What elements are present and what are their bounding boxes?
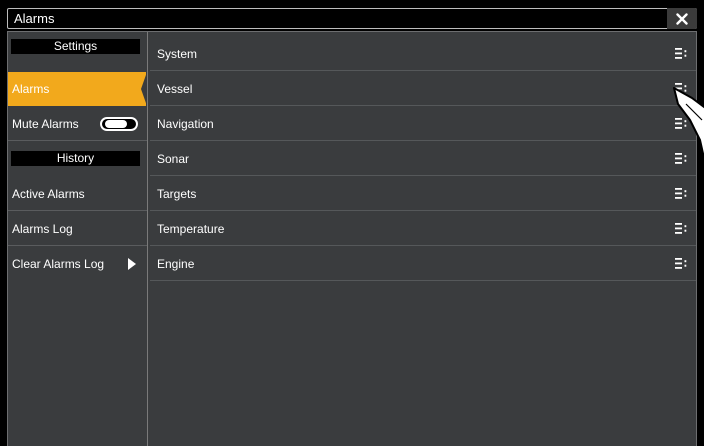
list-item-targets[interactable]: Targets [150,177,696,211]
list-item-vessel[interactable]: Vessel [150,72,696,106]
list-item-sonar[interactable]: Sonar [150,142,696,176]
list-item-label: Targets [157,187,197,201]
list-item-label: Engine [157,257,195,271]
sidebar-item-clear-alarms-log[interactable]: Clear Alarms Log [8,247,147,281]
title-bar: Alarms [7,8,697,29]
sidebar-item-mute-alarms[interactable]: Mute Alarms [8,107,147,141]
list-item-label: Vessel [157,82,193,96]
sidebar-item-alarms-log[interactable]: Alarms Log [8,212,147,246]
sidebar-item-alarms[interactable]: Alarms [8,72,147,106]
history-section-header: History [11,151,140,166]
alarms-window: Settings Alarms Mute Alarms History Acti… [7,31,697,446]
settings-section-header: Settings [11,39,140,54]
menu-icon[interactable] [675,223,687,234]
list-item-label: Temperature [157,222,225,236]
play-arrow-icon [128,258,136,270]
list-item-system[interactable]: System [150,37,696,71]
list-item-label: Navigation [157,117,214,131]
menu-icon[interactable] [675,188,687,199]
sidebar-item-label: Clear Alarms Log [12,257,105,271]
window-title: Alarms [14,11,55,26]
toggle-knob [105,120,127,128]
sidebar-item-label: Alarms Log [12,222,73,236]
close-button[interactable] [667,8,697,29]
selection-notch [141,72,147,106]
list-item-label: System [157,47,198,61]
list-item-label: Sonar [157,152,190,166]
sidebar-item-active-alarms[interactable]: Active Alarms [8,177,147,211]
list-item-engine[interactable]: Engine [150,247,696,281]
mute-alarms-toggle[interactable] [100,117,138,131]
sidebar-item-label: Alarms [12,82,50,96]
alarm-category-list: System Vessel Navigation Sonar Targets T… [148,32,696,446]
menu-icon[interactable] [675,258,687,269]
close-icon [676,12,688,25]
list-item-temperature[interactable]: Temperature [150,212,696,246]
list-item-navigation[interactable]: Navigation [150,107,696,141]
hand-pointer-icon [673,87,704,160]
sidebar: Settings Alarms Mute Alarms History Acti… [8,32,148,446]
sidebar-item-label: Active Alarms [12,187,85,201]
sidebar-item-label: Mute Alarms [12,117,79,131]
